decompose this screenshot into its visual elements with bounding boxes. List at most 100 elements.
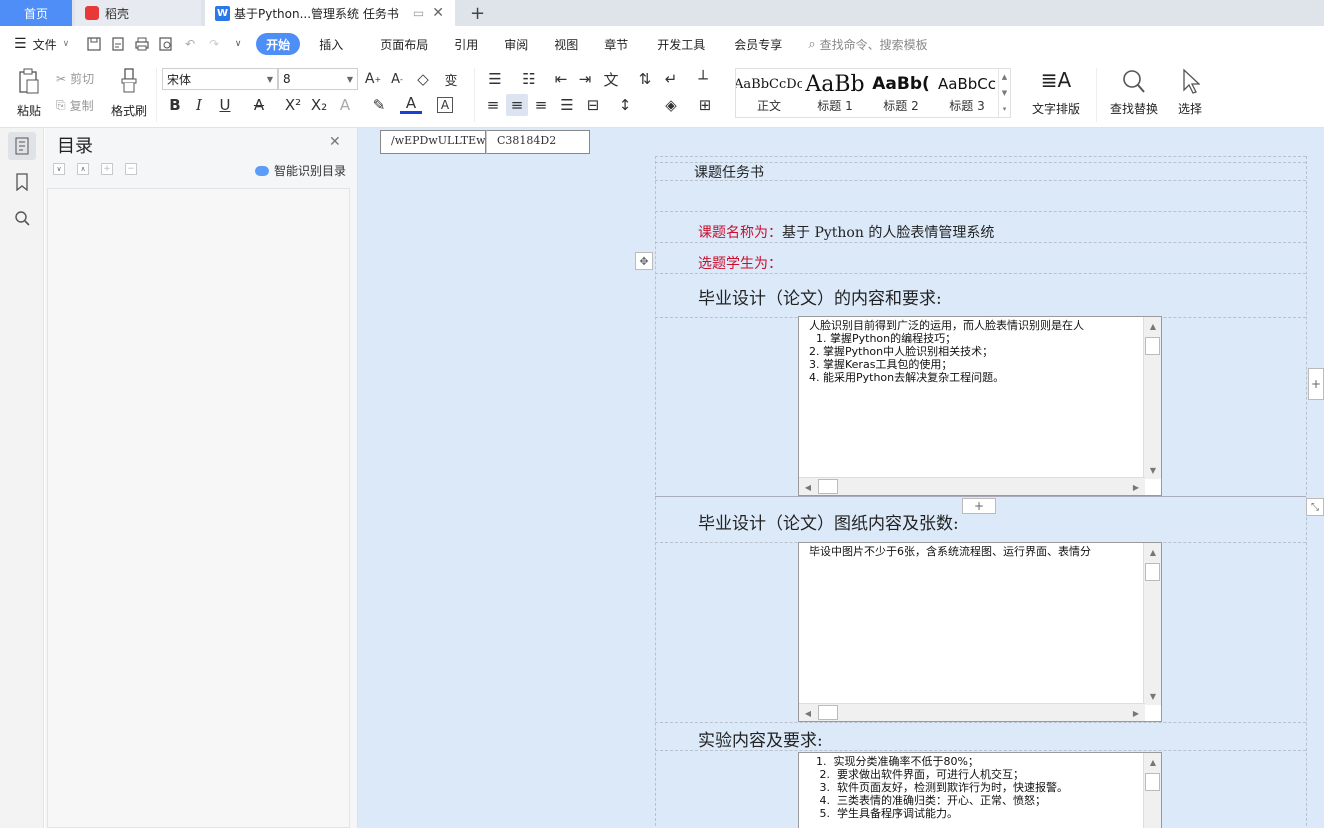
tab-home[interactable]: 首页	[0, 0, 72, 26]
scroll-down-icon[interactable]: ▼	[1144, 461, 1162, 479]
scroll-right-icon[interactable]: ▶	[1127, 704, 1145, 722]
scroll-up-icon[interactable]: ▲	[1144, 543, 1162, 561]
distributed-icon[interactable]: ⊟	[582, 94, 604, 116]
bullet-list-icon[interactable]: ☰	[484, 68, 506, 90]
shading-icon[interactable]: ◈	[660, 94, 682, 116]
font-name-select[interactable]: 宋体 ▼	[162, 68, 278, 90]
expand-all-icon[interactable]: ∨	[53, 163, 65, 175]
style-heading-1[interactable]: AaBb 标题 1	[802, 71, 868, 114]
tab-document[interactable]: W 基于Python...管理系统 任务书 ▭ ✕	[205, 0, 455, 26]
superscript-icon[interactable]: X²	[282, 94, 304, 116]
styles-scroll[interactable]: ▲ ▼ ▾	[998, 69, 1010, 117]
print-icon[interactable]	[133, 35, 151, 53]
scroll-up-icon[interactable]: ▲	[1144, 317, 1162, 335]
tab-insert[interactable]: 插入	[306, 33, 356, 55]
format-painter-button[interactable]: 格式刷	[108, 68, 150, 119]
drawings-textarea[interactable]: 毕设中图片不少于6张，含系统流程图、运行界面、表情分 ▲ ▼ ◀ ▶	[798, 542, 1162, 722]
smart-toc-button[interactable]: 智能识别目录	[255, 162, 346, 179]
sort-icon[interactable]: ⇅	[634, 68, 656, 90]
font-color-icon[interactable]: A	[400, 94, 422, 114]
pin-icon[interactable]: ▭	[413, 6, 424, 20]
add-row-button[interactable]: +	[962, 498, 996, 514]
numbered-list-icon[interactable]: ☷	[518, 68, 540, 90]
file-menu[interactable]: ☰ 文件 ∨	[0, 33, 82, 55]
font-size-select[interactable]: 8 ▼	[278, 68, 358, 90]
cut-button[interactable]: ✂ 剪切	[56, 70, 94, 87]
align-right-icon[interactable]: ≡	[530, 94, 552, 116]
hidden-field-2[interactable]: C38184D2	[486, 130, 590, 154]
hidden-field-1[interactable]: /wEPDwULLTEwMD	[380, 130, 486, 154]
show-marks-icon[interactable]: ↵	[660, 68, 682, 90]
tab-member[interactable]: 会员专享	[718, 33, 795, 55]
line-spacing-icon[interactable]: ↕	[614, 94, 636, 116]
scroll-up-icon[interactable]: ▲	[1144, 753, 1162, 771]
print-preview-icon[interactable]	[157, 35, 175, 53]
redo-icon[interactable]: ↷	[205, 35, 223, 53]
phonetic-guide-icon[interactable]: 变	[440, 68, 462, 90]
style-normal[interactable]: AaBbCcDc 正文	[736, 71, 802, 114]
tab-references[interactable]: 引用	[441, 33, 491, 55]
horizontal-scrollbar[interactable]: ◀ ▶	[799, 477, 1145, 495]
text-effect-icon[interactable]: A	[334, 94, 356, 116]
copy-button[interactable]: ⎘ 复制	[56, 97, 94, 114]
content-textarea[interactable]: 人脸识别目前得到广泛的运用，而人脸表情识别则是在人 1. 掌握Python的编程…	[798, 316, 1162, 496]
clear-format-icon[interactable]: ◇	[412, 68, 434, 90]
vertical-scrollbar[interactable]: ▲ ▼	[1143, 317, 1161, 479]
vertical-scrollbar[interactable]: ▲ ▼	[1143, 543, 1161, 705]
text-layout-button[interactable]: ≣A 文字排版	[1026, 68, 1086, 117]
horizontal-scrollbar[interactable]: ◀ ▶	[799, 703, 1145, 721]
tab-stop-icon[interactable]: ┴	[692, 68, 714, 90]
scroll-left-icon[interactable]: ◀	[799, 704, 817, 722]
bookmark-icon[interactable]	[8, 168, 36, 196]
strikethrough-icon[interactable]: A	[248, 94, 270, 116]
search-icon[interactable]	[8, 204, 36, 232]
remove-heading-icon[interactable]: −	[125, 163, 137, 175]
decrease-indent-icon[interactable]: ⇤	[550, 68, 572, 90]
find-replace-button[interactable]: 查找替换	[1104, 68, 1164, 117]
scroll-thumb[interactable]	[1145, 773, 1160, 791]
scroll-thumb[interactable]	[1145, 337, 1160, 355]
command-search[interactable]: ⌕ 查找命令、搜索模板	[795, 33, 940, 55]
align-left-icon[interactable]: ≡	[482, 94, 504, 116]
undo-icon[interactable]: ↶	[181, 35, 199, 53]
scroll-left-icon[interactable]: ◀	[799, 478, 817, 496]
style-heading-2[interactable]: AaBb( 标题 2	[868, 71, 934, 114]
new-tab-button[interactable]: +	[460, 0, 495, 26]
export-pdf-icon[interactable]	[109, 35, 127, 53]
italic-icon[interactable]: I	[188, 94, 210, 116]
add-column-button[interactable]: +	[1308, 368, 1324, 400]
experiment-textarea[interactable]: 1. 实现分类准确率不低于80%； 2. 要求做出软件界面，可进行人机交互； 3…	[798, 752, 1162, 828]
close-icon[interactable]: ✕	[329, 134, 341, 150]
customize-quick-access-icon[interactable]: ∨	[229, 35, 247, 53]
borders-icon[interactable]: ⊞	[694, 94, 716, 116]
paste-button[interactable]: 粘贴	[12, 68, 46, 119]
increase-indent-icon[interactable]: ⇥	[574, 68, 596, 90]
decrease-font-icon[interactable]: A-	[386, 68, 408, 90]
tab-section[interactable]: 章节	[591, 33, 641, 55]
toc-panel-icon[interactable]	[8, 132, 36, 160]
tab-daoke[interactable]: 稻壳	[75, 0, 201, 26]
close-tab-icon[interactable]: ✕	[432, 5, 444, 21]
select-button[interactable]: 选择	[1172, 68, 1208, 117]
tab-start[interactable]: 开始	[256, 33, 301, 55]
scroll-down-icon[interactable]: ▼	[1144, 687, 1162, 705]
add-heading-icon[interactable]: +	[101, 163, 113, 175]
tab-page-layout[interactable]: 页面布局	[356, 33, 441, 55]
justify-icon[interactable]: ☰	[556, 94, 578, 116]
tab-developer[interactable]: 开发工具	[641, 33, 718, 55]
tab-view[interactable]: 视图	[541, 33, 591, 55]
table-move-handle-icon[interactable]: ✥	[635, 252, 653, 270]
save-icon[interactable]	[85, 35, 103, 53]
style-heading-3[interactable]: AaBbCc 标题 3	[934, 71, 1000, 114]
scroll-thumb[interactable]	[818, 705, 838, 720]
vertical-scrollbar[interactable]: ▲	[1143, 753, 1161, 828]
increase-font-icon[interactable]: A +	[362, 68, 384, 90]
resize-table-icon[interactable]: ⤡	[1306, 498, 1324, 516]
tab-review[interactable]: 审阅	[491, 33, 541, 55]
bold-icon[interactable]: B	[164, 94, 186, 116]
char-border-icon[interactable]: A	[437, 97, 453, 113]
scroll-thumb[interactable]	[1145, 563, 1160, 581]
align-center-icon[interactable]: ≡	[506, 94, 528, 116]
scroll-thumb[interactable]	[818, 479, 838, 494]
highlight-icon[interactable]: ✎	[368, 94, 390, 116]
